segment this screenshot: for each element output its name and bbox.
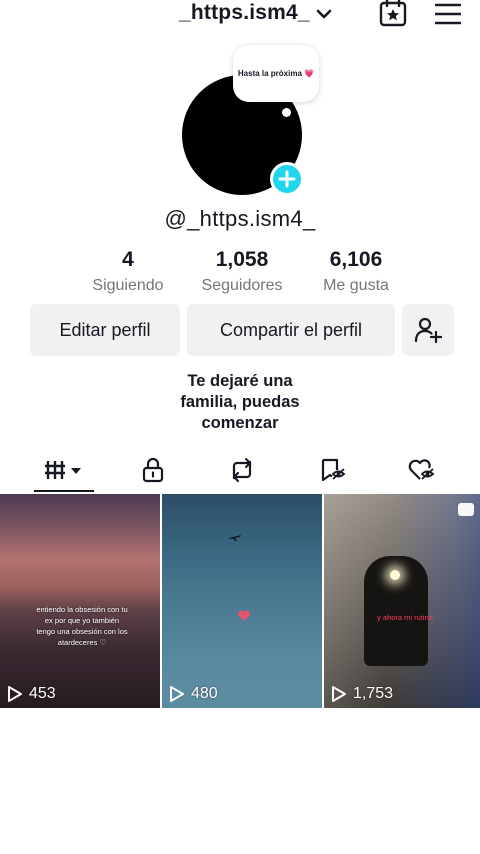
view-count: 480 (169, 685, 218, 703)
stat-label: Me gusta (323, 277, 389, 294)
add-story-button[interactable] (270, 162, 304, 196)
video-caption: entiendo la obsesión con tu ex por que y… (18, 604, 146, 648)
view-count-value: 1,753 (353, 685, 394, 702)
video-thumbnail[interactable]: y ahora mi rutina 1,753 (324, 494, 480, 708)
profile-handle: @_https.ism4_ (164, 206, 316, 231)
heart-sticker (237, 610, 251, 621)
share-profile-button[interactable]: Compartir el perfil (187, 304, 395, 356)
bio-line: comenzar (201, 414, 279, 432)
stat-label: Siguiendo (92, 277, 164, 294)
profile-tabs (0, 450, 480, 494)
caption-line: ex por que yo también (44, 616, 120, 625)
tab-videos[interactable] (34, 450, 94, 490)
caption-line: y ahora mi rutina (377, 613, 433, 622)
stat-value: 6,106 (329, 248, 383, 271)
calendar-star-icon[interactable] (379, 0, 407, 28)
view-count: 1,753 (331, 685, 393, 703)
stat-followers[interactable]: 1,058 Seguidores (182, 248, 302, 295)
account-switcher[interactable]: _https.ism4_ (179, 1, 332, 25)
stat-value: 1,058 (215, 248, 269, 271)
tab-liked[interactable] (398, 450, 444, 490)
add-friends-button[interactable] (402, 304, 454, 356)
bio-line: Te dejaré una (187, 372, 293, 390)
stat-following[interactable]: 4 Siguiendo (68, 248, 188, 295)
caption-line: entiendo la obsesión con tu (36, 605, 128, 614)
edit-profile-button[interactable]: Editar perfil (30, 304, 180, 356)
tab-private[interactable] (130, 450, 176, 490)
top-bar: _https.ism4_ (0, 0, 480, 30)
note-bubble[interactable]: Hasta la próxima 💗 (233, 45, 319, 102)
stat-label: Seguidores (201, 277, 283, 294)
stat-value: 4 (122, 248, 134, 271)
note-text: Hasta la próxima 💗 (237, 69, 315, 78)
video-thumbnail[interactable]: 480 (162, 494, 322, 708)
bio-line: familia, puedas (180, 393, 300, 411)
note-bubble-tail (282, 108, 291, 117)
repost-icon (232, 457, 252, 483)
chevron-down-icon (316, 9, 332, 19)
video-caption: y ahora mi rutina (360, 612, 450, 623)
profile-bio: Te dejaré una familia, puedas comenzar (0, 371, 480, 434)
caption-line: atardeceres ♡ (57, 638, 107, 647)
plus-icon (278, 170, 296, 188)
phone-flash (390, 570, 400, 580)
view-count-value: 453 (29, 685, 56, 702)
airplane-shape (229, 535, 241, 541)
tab-reposts[interactable] (219, 450, 265, 490)
videos-grid-icon (45, 461, 81, 479)
video-thumbnail[interactable]: entiendo la obsesión con tu ex por que y… (0, 494, 160, 708)
favorites-hidden-icon (321, 458, 346, 482)
lock-icon (142, 457, 164, 483)
play-icon (170, 686, 184, 702)
liked-hidden-icon (408, 459, 435, 480)
video-grid: entiendo la obsesión con tu ex por que y… (0, 494, 480, 708)
play-icon (8, 686, 22, 702)
caption-line: tengo una obsesión con los (36, 627, 128, 636)
username-title: _https.ism4_ (179, 1, 310, 24)
photo-mode-icon (458, 503, 474, 516)
active-tab-indicator (34, 490, 94, 492)
tab-favorites[interactable] (309, 450, 355, 490)
play-icon (332, 686, 346, 702)
view-count-value: 480 (191, 685, 218, 702)
hamburger-menu-icon[interactable] (435, 3, 461, 25)
add-user-icon (414, 317, 442, 344)
view-count: 453 (7, 685, 56, 703)
stat-likes[interactable]: 6,106 Me gusta (296, 248, 416, 295)
